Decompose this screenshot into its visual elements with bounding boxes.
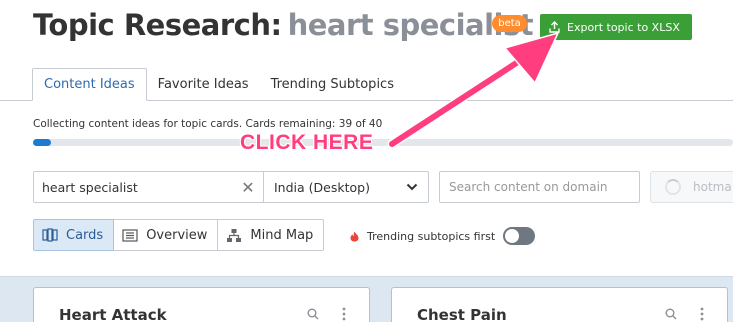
topic-card[interactable]: Chest Pain xyxy=(391,287,728,322)
cards-view-label: Cards xyxy=(66,227,104,243)
progress-bar-fill xyxy=(33,139,51,146)
more-vertical-icon[interactable] xyxy=(700,307,704,321)
clear-icon[interactable]: ✕ xyxy=(233,172,263,202)
trending-label: Trending subtopics first xyxy=(367,229,496,243)
view-switch: Cards Overview Mind Map xyxy=(33,219,325,251)
page-title: Topic Research: heart specialist xyxy=(33,8,534,42)
loading-field-value: hotma xyxy=(693,180,732,194)
progress-bar xyxy=(33,139,733,146)
chevron-down-icon xyxy=(406,183,418,191)
tab-bar: Content Ideas Favorite Ideas Trending Su… xyxy=(32,68,405,101)
click-here-annotation: CLICK HERE xyxy=(240,131,374,154)
loading-spinner-icon xyxy=(665,179,681,195)
fire-icon xyxy=(350,231,359,241)
mind-map-view-button[interactable]: Mind Map xyxy=(217,219,325,251)
upload-icon xyxy=(549,21,560,33)
region-select-value: India (Desktop) xyxy=(274,179,370,195)
overview-view-button[interactable]: Overview xyxy=(113,219,219,251)
export-label: Export topic to XLSX xyxy=(567,20,680,34)
tab-favorite-ideas[interactable]: Favorite Ideas xyxy=(147,68,260,101)
topic-card-title: Chest Pain xyxy=(417,306,507,322)
search-icon[interactable] xyxy=(665,308,677,320)
loading-field: hotma xyxy=(650,171,733,203)
domain-search-input[interactable] xyxy=(439,171,640,203)
topic-card[interactable]: Heart Attack xyxy=(33,287,370,322)
trending-toggle-group: Trending subtopics first xyxy=(350,227,536,245)
page-title-prefix: Topic Research: xyxy=(33,8,282,42)
toggle-knob xyxy=(505,229,520,243)
beta-badge: beta xyxy=(492,15,527,32)
topic-card-title: Heart Attack xyxy=(59,306,167,322)
overview-view-label: Overview xyxy=(146,227,208,243)
mind-map-icon xyxy=(227,228,242,242)
mind-map-view-label: Mind Map xyxy=(250,227,314,243)
annotation-arrow xyxy=(387,32,559,149)
tab-content-ideas[interactable]: Content Ideas xyxy=(32,68,147,101)
cards-icon xyxy=(42,228,58,242)
tab-trending-subtopics[interactable]: Trending Subtopics xyxy=(260,68,405,101)
trending-toggle[interactable] xyxy=(503,227,536,245)
more-vertical-icon[interactable] xyxy=(342,307,346,321)
progress-status-text: Collecting content ideas for topic cards… xyxy=(33,118,383,130)
export-xlsx-button[interactable]: Export topic to XLSX xyxy=(540,14,692,40)
overview-icon xyxy=(122,228,138,242)
cards-view-button[interactable]: Cards xyxy=(33,219,115,251)
search-icon[interactable] xyxy=(307,308,319,320)
topic-search-group: ✕ India (Desktop) xyxy=(33,171,429,203)
region-select[interactable]: India (Desktop) xyxy=(263,172,428,202)
topic-search-input[interactable] xyxy=(34,172,233,202)
